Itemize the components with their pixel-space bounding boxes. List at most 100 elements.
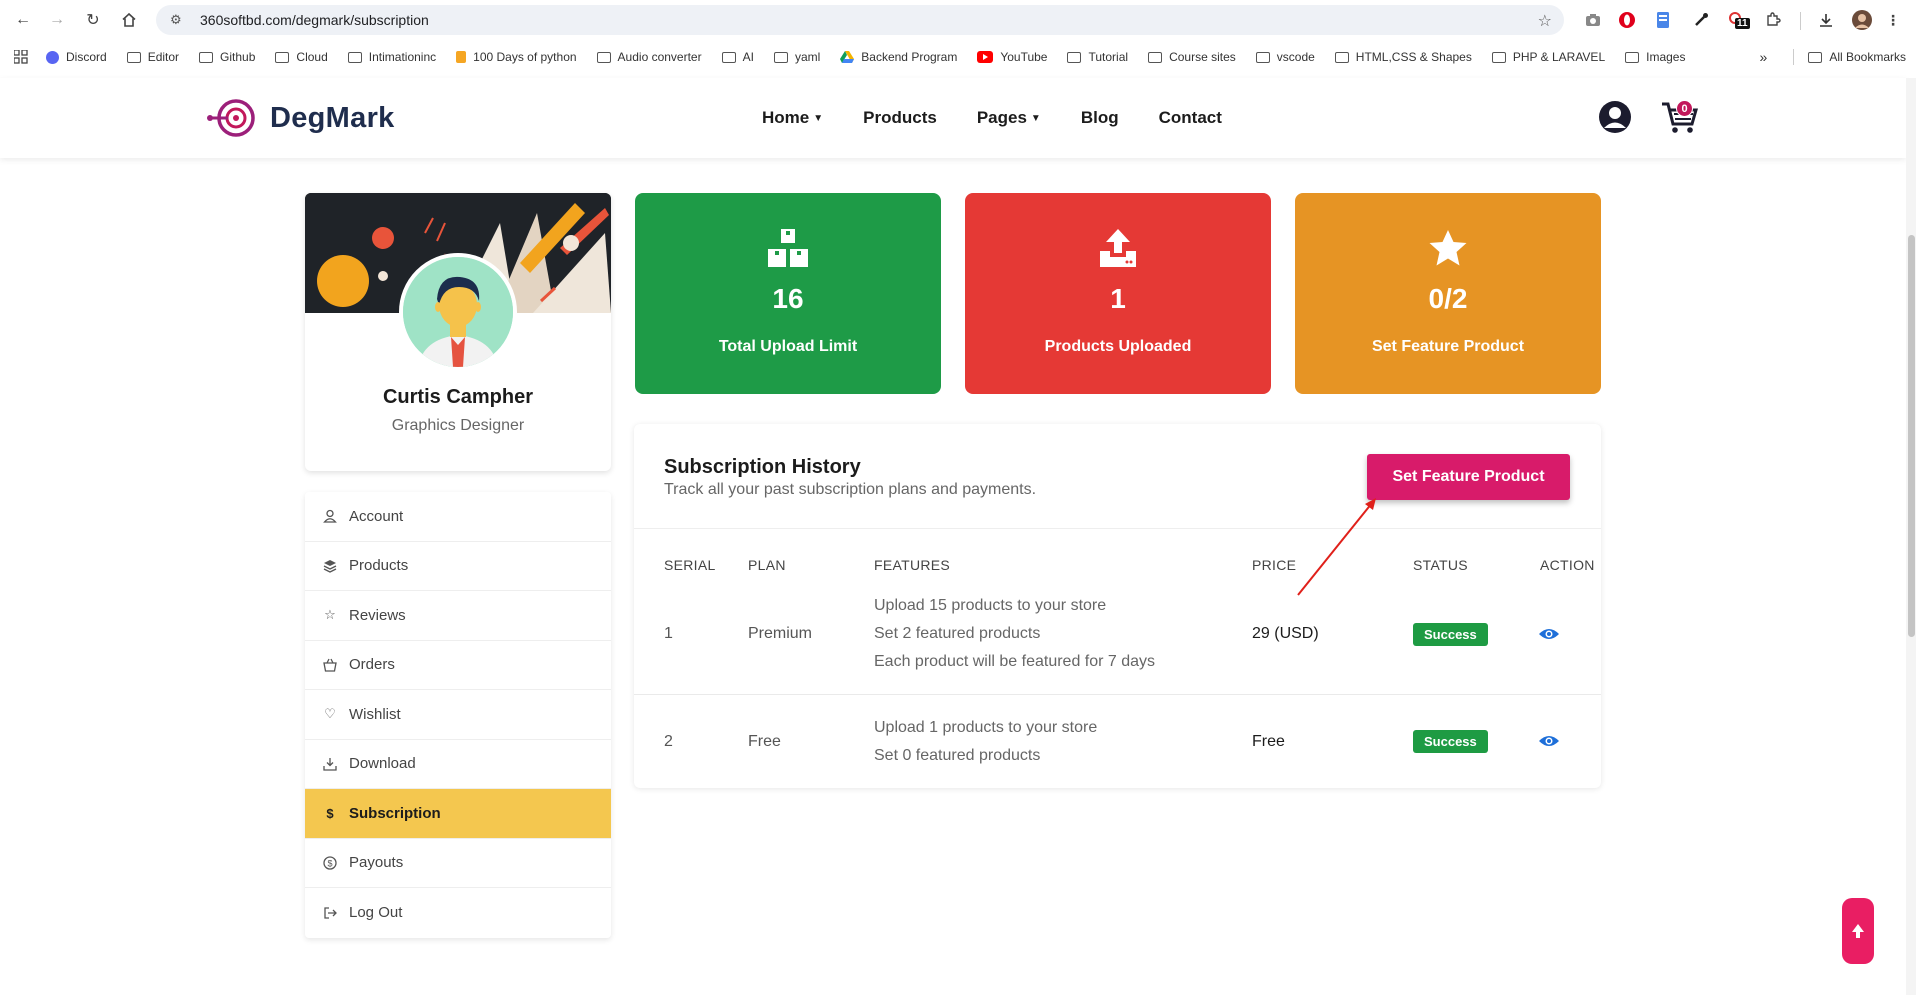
site-logo[interactable]: DegMark [206, 98, 395, 138]
main-navigation: Home ▼ Products Pages ▼ Blog Contact [762, 78, 1262, 158]
row-feature: Upload 1 products to your store [874, 719, 1098, 736]
back-icon[interactable]: ← [8, 5, 38, 35]
bookmark-star-icon[interactable]: ☆ [1538, 11, 1552, 31]
sidebar-item-orders[interactable]: Orders [305, 641, 611, 690]
browser-menu-icon[interactable]: ⋮ [1882, 9, 1904, 31]
opera-icon[interactable] [1616, 9, 1638, 31]
stat-value: 16 [772, 283, 804, 314]
user-account-icon[interactable] [1598, 100, 1632, 134]
stat-label: Set Feature Product [1371, 338, 1525, 355]
section-title: Subscription History [664, 456, 861, 478]
address-bar[interactable]: ⚙ 360softbd.com/degmark/subscription ☆ [156, 5, 1564, 35]
row-plan: Premium [748, 625, 813, 642]
python-icon [456, 51, 467, 63]
site-header: DegMark Home ▼ Products Pages ▼ Blog Conta… [0, 78, 1906, 158]
bookmark-vscode[interactable]: vscode [1255, 50, 1315, 64]
status-badge: Success [1413, 730, 1488, 753]
folder-icon [1491, 51, 1506, 63]
nav-pages[interactable]: Pages ▼ [977, 108, 1041, 128]
bookmark-tutorial[interactable]: Tutorial [1067, 50, 1128, 64]
nav-products[interactable]: Products [863, 108, 937, 128]
profile-avatar-image [399, 253, 517, 371]
status-badge: Success [1413, 623, 1488, 646]
bookmark-cloud[interactable]: Cloud [275, 50, 328, 64]
logout-icon [323, 906, 337, 920]
sidebar-item-reviews[interactable]: ☆ Reviews [305, 591, 611, 641]
user-icon [323, 509, 337, 523]
apps-grid-icon[interactable] [14, 50, 28, 64]
folder-icon [721, 51, 736, 63]
row-price: 29 (USD) [1252, 625, 1319, 642]
color-picker-icon[interactable] [1690, 9, 1712, 31]
profile-avatar[interactable] [1851, 9, 1873, 31]
bookmark-php-laravel[interactable]: PHP & LARAVEL [1491, 50, 1605, 64]
sidebar-item-products[interactable]: Products [305, 542, 611, 591]
bookmark-editor[interactable]: Editor [126, 50, 179, 64]
scroll-to-top-button[interactable] [1842, 898, 1874, 964]
profile-name: Curtis Campher [382, 386, 534, 408]
set-feature-product-button[interactable]: Set Feature Product [1367, 454, 1570, 500]
bookmarks-overflow-button[interactable]: » [1760, 49, 1768, 65]
stat-card-upload-limit: 16 Total Upload Limit [635, 193, 941, 394]
bookmarks-bar: Discord Editor Github Cloud Intimationin… [0, 44, 1916, 70]
bookmark-github[interactable]: Github [199, 50, 255, 64]
sidebar-item-payouts[interactable]: $ Payouts [305, 839, 611, 888]
sidebar-item-logout[interactable]: Log Out [305, 888, 611, 938]
stat-label: Products Uploaded [1044, 338, 1192, 355]
coin-icon: $ [323, 856, 337, 870]
column-header-serial: SERIAL [664, 557, 716, 573]
puzzle-icon[interactable] [1762, 9, 1784, 31]
reload-icon[interactable]: ↻ [78, 5, 108, 35]
bookmark-audio-converter[interactable]: Audio converter [596, 50, 702, 64]
document-extension-icon[interactable] [1652, 9, 1674, 31]
bookmark-youtube[interactable]: YouTube [977, 50, 1047, 64]
page-scrollbar-thumb[interactable] [1908, 235, 1915, 637]
youtube-icon [977, 51, 994, 63]
nav-blog[interactable]: Blog [1081, 108, 1119, 128]
bookmark-discord[interactable]: Discord [46, 50, 107, 64]
view-eye-icon[interactable] [1538, 734, 1560, 748]
camera-icon[interactable] [1582, 9, 1604, 31]
nav-home[interactable]: Home ▼ [762, 108, 823, 128]
bookmark-html-css-shapes[interactable]: HTML,CSS & Shapes [1334, 50, 1472, 64]
bookmark-intimationinc[interactable]: Intimationinc [347, 50, 436, 64]
arrow-up-icon [1852, 924, 1864, 938]
row-serial: 2 [664, 733, 673, 750]
bookmark-images[interactable]: Images [1625, 50, 1685, 64]
forward-icon[interactable]: → [42, 5, 72, 35]
bookmark-ai[interactable]: AI [721, 50, 754, 64]
download-icon [323, 757, 337, 771]
view-eye-icon[interactable] [1538, 627, 1560, 641]
bookmark-backend-program[interactable]: Backend Program [840, 50, 957, 64]
sidebar-item-account[interactable]: Account [305, 492, 611, 542]
section-divider [634, 528, 1601, 529]
nav-contact[interactable]: Contact [1159, 108, 1222, 128]
bookmark-course-sites[interactable]: Course sites [1148, 50, 1236, 64]
row-feature: Set 2 featured products [874, 625, 1041, 642]
upload-icon [965, 229, 1271, 267]
extension-badge-icon[interactable]: 11 [1726, 9, 1750, 31]
bookmarks-divider [1793, 49, 1795, 65]
folder-icon [773, 51, 788, 63]
stat-card-feature-product: 0/2 Set Feature Product [1295, 193, 1601, 394]
site-settings-icon[interactable]: ⚙ [170, 12, 190, 28]
bookmarks-right: » All Bookmarks [1760, 44, 1906, 70]
sidebar-item-subscription[interactable]: $ Subscription [305, 789, 611, 839]
all-bookmarks-button[interactable]: All Bookmarks [1808, 50, 1906, 64]
home-icon[interactable] [114, 5, 144, 35]
bookmark-yaml[interactable]: yaml [773, 50, 820, 64]
column-header-features: FEATURES [874, 557, 951, 573]
row-divider [634, 694, 1601, 695]
folder-icon [126, 51, 141, 63]
folder-icon [596, 51, 611, 63]
folder-icon [1255, 51, 1270, 63]
basket-icon [323, 658, 337, 672]
toolbar-divider [1800, 12, 1801, 30]
row-feature: Each product will be featured for 7 days [874, 653, 1156, 670]
sidebar-item-wishlist[interactable]: ♡ Wishlist [305, 690, 611, 740]
sidebar-item-download[interactable]: Download [305, 740, 611, 789]
google-drive-icon [840, 51, 855, 63]
download-icon[interactable] [1815, 9, 1837, 31]
bookmark-100-days-python[interactable]: 100 Days of python [456, 50, 577, 64]
row-plan: Free [748, 733, 781, 750]
